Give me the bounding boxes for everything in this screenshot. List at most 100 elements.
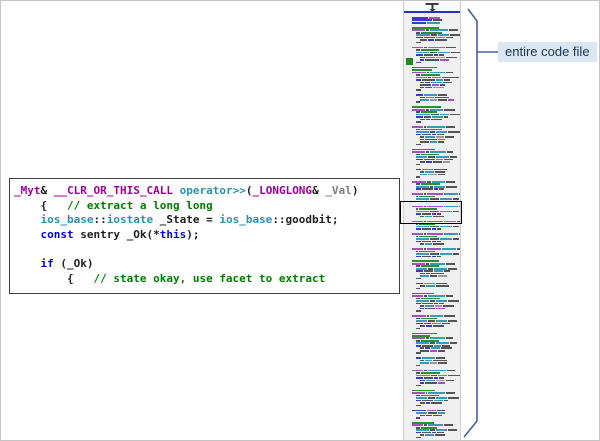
minimap-segment — [447, 370, 454, 372]
minimap-segment — [416, 196, 418, 198]
minimap-segment — [435, 305, 442, 307]
minimap-segment — [438, 362, 447, 364]
minimap-line — [412, 278, 460, 280]
minimap-segment — [439, 303, 444, 305]
code-line: const sentry _Ok(*this); — [14, 228, 399, 243]
minimap-viewport-rect[interactable] — [400, 201, 462, 224]
minimap-line — [412, 310, 460, 312]
minimap-line — [412, 357, 460, 359]
minimap-line — [412, 166, 460, 168]
minimap-line — [412, 256, 460, 258]
minimap-segment — [443, 82, 452, 84]
minimap-line — [412, 275, 460, 277]
minimap-line — [412, 300, 460, 302]
minimap-segment — [432, 77, 441, 79]
minimap-segment — [425, 434, 434, 436]
minimap-segment — [432, 134, 436, 136]
minimap-segment — [434, 303, 438, 305]
minimap-segment — [437, 134, 444, 136]
minimap-segment — [444, 424, 453, 426]
minimap-segment — [416, 32, 420, 34]
minimap-segment — [428, 268, 433, 270]
minimap-segment — [427, 126, 445, 128]
minimap-segment — [439, 377, 444, 379]
minimap-segment — [435, 171, 446, 173]
minimap-line — [412, 390, 460, 392]
minimap-line — [412, 131, 460, 133]
minimap-segment — [416, 352, 421, 354]
minimap-line — [412, 265, 460, 267]
minimap-segment — [412, 410, 426, 412]
minimap-segment — [419, 196, 435, 198]
minimap-line — [412, 169, 460, 171]
minimap-segment — [416, 34, 430, 36]
minimap-line — [412, 397, 460, 399]
minimap-segment — [416, 94, 423, 96]
minimap-segment — [430, 151, 446, 153]
minimap-line — [412, 400, 460, 402]
minimap-segment — [430, 253, 439, 255]
minimap-line — [412, 377, 460, 379]
minimap-segment — [437, 228, 441, 230]
minimap-segment — [444, 159, 453, 161]
minimap-segment — [420, 136, 424, 138]
bracket-shape — [456, 1, 600, 441]
minimap-line — [412, 129, 460, 131]
minimap-segment — [422, 241, 431, 243]
minimap-segment — [439, 188, 444, 190]
minimap-line — [412, 417, 460, 419]
minimap-line — [412, 156, 460, 158]
minimap-segment — [446, 392, 455, 394]
minimap-line — [412, 333, 460, 335]
minimap-segment — [426, 109, 430, 111]
minimap-segment — [420, 99, 429, 101]
minimap-segment — [427, 248, 441, 250]
minimap-segment — [436, 308, 445, 310]
collapse-scrollbar-icon[interactable] — [426, 3, 439, 11]
minimap-segment — [422, 303, 433, 305]
minimap-line — [412, 134, 460, 136]
minimap-segment — [436, 320, 447, 322]
minimap-segment — [436, 397, 447, 399]
minimap-line — [412, 246, 460, 248]
minimap-segment — [416, 268, 427, 270]
minimap-segment — [430, 29, 448, 31]
minimap-segment — [425, 139, 438, 141]
minimap-segment — [416, 169, 421, 171]
minimap-line — [412, 84, 460, 86]
minimap-segment — [443, 161, 450, 163]
minimap-segment — [420, 382, 424, 384]
minimap-segment — [433, 360, 447, 362]
minimap-segment — [438, 375, 447, 377]
minimap-segment — [434, 188, 438, 190]
minimap-line — [412, 320, 460, 322]
minimap-segment — [426, 325, 431, 327]
minimap-line — [412, 295, 460, 297]
minimap-segment — [416, 77, 427, 79]
minimap-segment — [427, 410, 436, 412]
minimap-line — [412, 340, 460, 342]
minimap-segment — [412, 126, 423, 128]
minimap-line — [412, 89, 460, 91]
minimap-segment — [444, 116, 448, 118]
minimap-segment — [421, 154, 439, 156]
minimap-line — [412, 318, 460, 320]
minimap-segment — [422, 188, 433, 190]
minimap-segment — [416, 270, 423, 272]
code-token: { — [14, 272, 93, 285]
minimap-segment — [442, 345, 449, 347]
minimap-segment — [420, 347, 424, 349]
minimap-segment — [419, 251, 435, 253]
minimap-segment — [421, 129, 443, 131]
minimap-segment — [416, 154, 420, 156]
minimap-line — [412, 164, 460, 166]
minimap-segment — [416, 89, 421, 91]
minimap-segment — [436, 285, 449, 287]
minimap-segment — [430, 99, 437, 101]
minimap-segment — [416, 116, 423, 118]
minimap-segment — [416, 303, 421, 305]
minimap-segment — [434, 270, 443, 272]
minimap-line — [412, 34, 460, 36]
minimap-segment — [416, 300, 429, 302]
minimap-segment — [421, 427, 437, 429]
